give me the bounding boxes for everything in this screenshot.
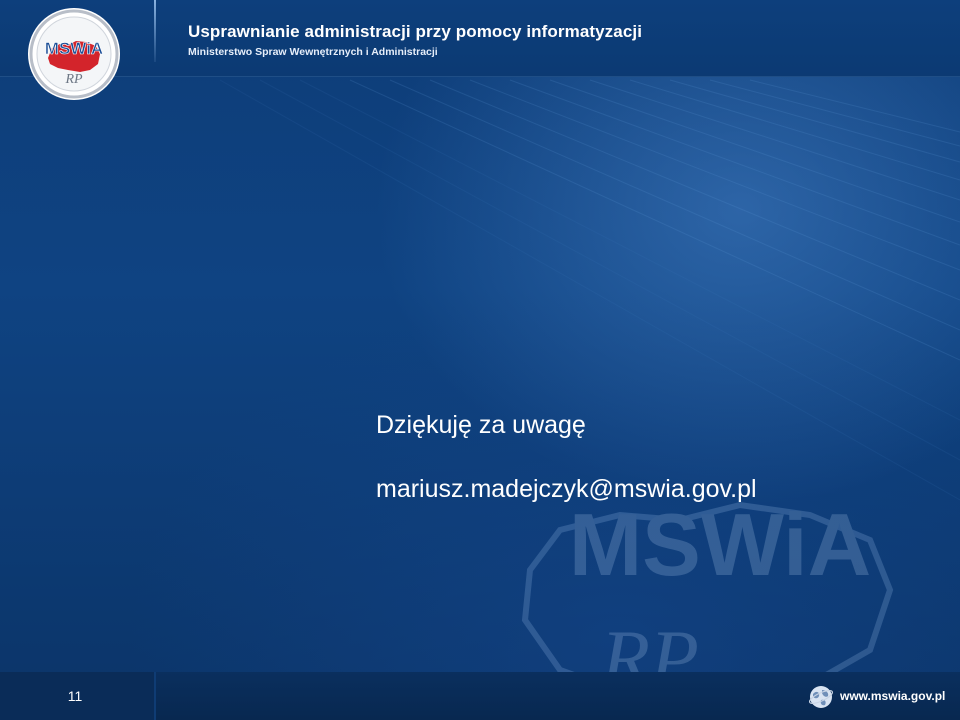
contact-email[interactable]: mariusz.madejczyk@mswia.gov.pl [376, 475, 757, 504]
header-divider [154, 0, 156, 62]
site-url-link[interactable]: www.mswia.gov.pl [840, 689, 945, 703]
logo-sub-text: RP [64, 72, 83, 87]
header-subtitle: Ministerstwo Spraw Wewnętrznych i Admini… [188, 46, 438, 58]
mswia-logo-icon: MSWiA RP [28, 8, 120, 100]
header-title: Usprawnianie administracji przy pomocy i… [188, 22, 643, 41]
thanks-text: Dziękuję za uwagę [376, 411, 586, 439]
globe-icon [808, 686, 834, 708]
watermark-text: MSWiA [569, 495, 871, 594]
slide: MSWiA RP Usprawnianie administracji przy… [0, 0, 960, 720]
logo-text: MSWiA [45, 39, 103, 58]
slide-number: 11 [67, 688, 83, 704]
